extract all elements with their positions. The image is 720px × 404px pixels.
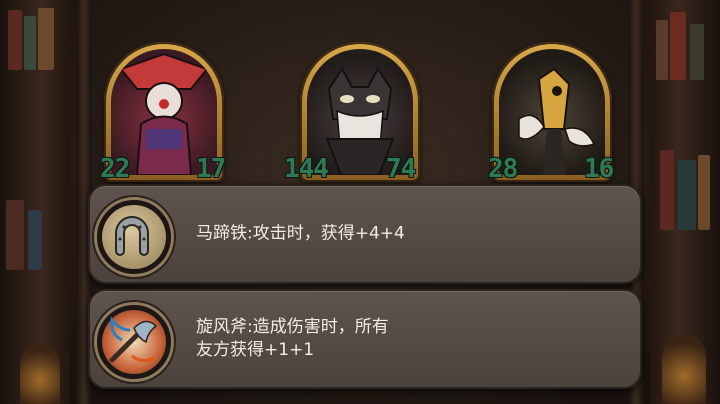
tooltip-horseshoe: 马蹄铁:攻击时，获得+4+4 bbox=[88, 184, 642, 284]
card-clown[interactable]: 22 17 bbox=[100, 42, 226, 184]
tooltip-axe: 旋风斧:造成伤害时，所有 友方获得+1+1 bbox=[88, 289, 642, 389]
book bbox=[678, 160, 696, 230]
book bbox=[24, 16, 36, 70]
lamp bbox=[662, 334, 706, 404]
book bbox=[698, 155, 710, 230]
item-badge bbox=[94, 197, 174, 277]
health-stat: 16 bbox=[584, 154, 614, 184]
tooltip-text: 马蹄铁:攻击时，获得+4+4 bbox=[196, 223, 405, 244]
book bbox=[656, 20, 668, 80]
health-stat: 74 bbox=[386, 154, 416, 184]
axe-icon bbox=[102, 310, 166, 374]
book bbox=[8, 10, 22, 70]
lamp bbox=[20, 344, 60, 404]
tooltip-line-1: 旋风斧:造成伤害时，所有 bbox=[196, 317, 389, 337]
item-badge bbox=[94, 302, 174, 382]
book bbox=[38, 8, 54, 70]
card-bird[interactable]: 28 16 bbox=[488, 42, 614, 184]
attack-stat: 144 bbox=[284, 154, 329, 184]
card-cat[interactable]: 144 74 bbox=[284, 42, 420, 184]
attack-stat: 22 bbox=[100, 154, 130, 184]
book bbox=[670, 12, 686, 80]
horseshoe-icon bbox=[102, 205, 166, 269]
book bbox=[6, 200, 24, 270]
tooltip-line-2: 友方获得+1+1 bbox=[196, 340, 315, 360]
book bbox=[28, 210, 42, 270]
attack-stat: 28 bbox=[488, 154, 518, 184]
tooltip-text: 旋风斧:造成伤害时，所有 友方获得+1+1 bbox=[196, 316, 624, 362]
left-bookshelf bbox=[0, 0, 70, 404]
book bbox=[660, 150, 674, 230]
book bbox=[690, 24, 704, 80]
health-stat: 17 bbox=[196, 154, 226, 184]
